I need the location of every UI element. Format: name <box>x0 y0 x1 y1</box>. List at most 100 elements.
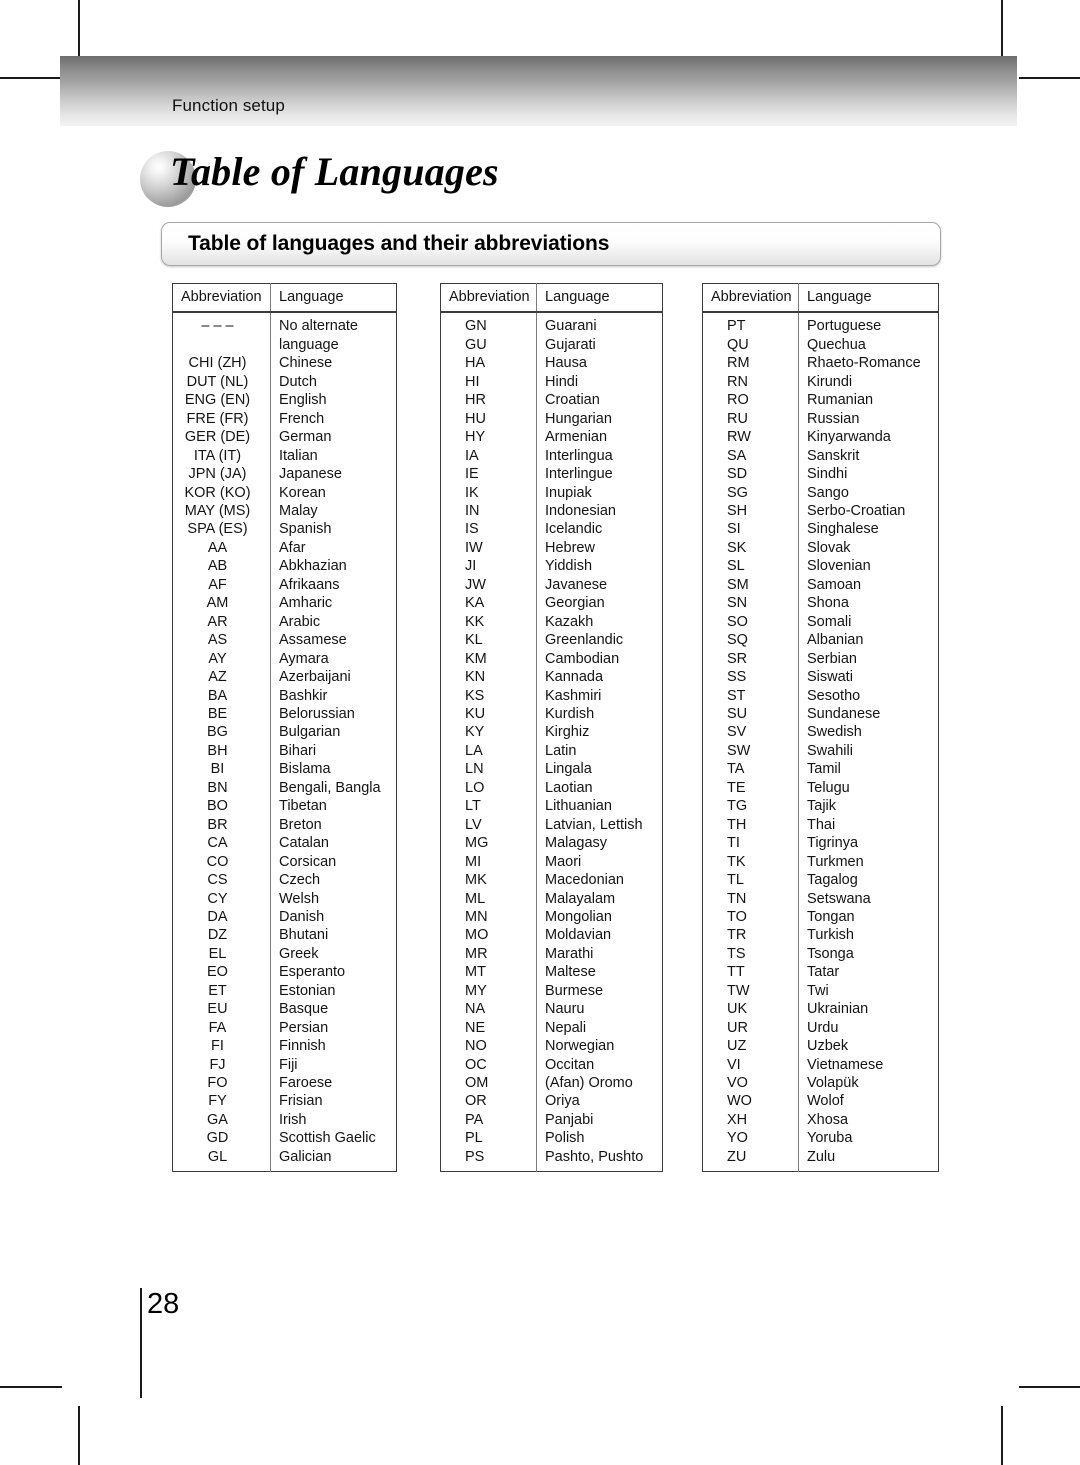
table-row: WO Wolof <box>702 1092 939 1111</box>
table-row: EU Basque <box>172 1000 397 1019</box>
table-row: SU Sundanese <box>702 704 939 724</box>
cell-abbreviation: AM <box>172 594 271 613</box>
cell-language: Macedonian <box>545 872 624 889</box>
cell-language: Norwegian <box>545 1038 615 1055</box>
table-row: DZ Bhutani <box>172 926 397 945</box>
cell-abbreviation: LT <box>440 797 537 816</box>
cell-language: (Afan) Oromo <box>545 1075 633 1092</box>
page-title: Table of Languages <box>170 149 499 194</box>
table-row: GA Irish <box>172 1110 397 1130</box>
cell-abbreviation: YO <box>702 1129 799 1148</box>
cell-abbreviation: MY <box>440 981 537 1001</box>
table-row: CS Czech <box>172 871 397 890</box>
table-row: OC Occitan <box>440 1055 663 1075</box>
cell-language: Afrikaans <box>279 576 340 593</box>
table-row: – – – No alternate language <box>172 312 397 355</box>
cell-abbreviation: SI <box>702 520 799 539</box>
table-row: TE Telugu <box>702 778 939 798</box>
cell-abbreviation: MO <box>440 926 537 945</box>
cell-language: Czech <box>279 872 321 889</box>
language-table-1-body: – – – No alternate language CHI (ZH) Chinese… <box>172 312 397 1172</box>
table-row: PA Panjabi <box>440 1110 663 1130</box>
cell-abbreviation: KOR (KO) <box>172 483 271 502</box>
cell-abbreviation: BA <box>172 686 271 705</box>
cell-abbreviation: TL <box>702 871 799 890</box>
cell-abbreviation: SS <box>702 668 799 687</box>
cell-abbreviation: TR <box>702 926 799 945</box>
cell-language: Bengali, Bangla <box>279 779 381 796</box>
cell-abbreviation: SH <box>702 501 799 521</box>
table-row: HY Armenian <box>440 428 663 447</box>
cell-abbreviation: OC <box>440 1055 537 1075</box>
cell-language: Sundanese <box>807 705 881 722</box>
subtitle-label: Table of languages and their abbreviatio… <box>188 232 610 255</box>
crop-mark-bottom-right-horizontal <box>1019 1386 1080 1388</box>
table-row: IA Interlingua <box>440 446 663 466</box>
table-row: MT Maltese <box>440 963 663 982</box>
cell-abbreviation: PL <box>440 1129 537 1148</box>
cell-abbreviation: KY <box>440 723 537 742</box>
cell-abbreviation: AF <box>172 575 271 595</box>
table-row: IK Inupiak <box>440 483 663 502</box>
table-row: FO Faroese <box>172 1074 397 1093</box>
cell-language: Irish <box>279 1111 307 1128</box>
table-row: TO Tongan <box>702 907 939 927</box>
cell-abbreviation: SPA (ES) <box>172 520 271 539</box>
cell-language: Bihari <box>279 742 317 759</box>
table-row: AY Aymara <box>172 649 397 669</box>
cell-abbreviation: FJ <box>172 1055 271 1075</box>
cell-abbreviation: SO <box>702 612 799 632</box>
cell-abbreviation: KN <box>440 668 537 687</box>
cell-abbreviation: GN <box>440 312 537 336</box>
cell-language: Armenian <box>545 429 608 446</box>
table-row: TW Twi <box>702 981 939 1001</box>
cell-abbreviation: SV <box>702 723 799 742</box>
cell-language: Gujarati <box>545 336 596 353</box>
cell-abbreviation: PA <box>440 1110 537 1130</box>
table-row: MY Burmese <box>440 981 663 1001</box>
table-row: PL Polish <box>440 1129 663 1148</box>
table-row: SQ Albanian <box>702 631 939 650</box>
table-row: TG Tajik <box>702 797 939 816</box>
cell-abbreviation: PS <box>440 1147 537 1172</box>
table-row: RO Rumanian <box>702 391 939 410</box>
table-row: TL Tagalog <box>702 871 939 890</box>
cell-abbreviation: DUT (NL) <box>172 372 271 392</box>
cell-abbreviation: NA <box>440 1000 537 1019</box>
cell-abbreviation: JPN (JA) <box>172 465 271 484</box>
cell-language: Telugu <box>807 779 850 796</box>
cell-language: Hindi <box>545 373 579 390</box>
cell-language: Swahili <box>807 742 853 759</box>
cell-language: Turkmen <box>807 853 864 870</box>
cell-language: Kirghiz <box>545 724 590 741</box>
page-number-rule <box>140 1288 142 1398</box>
cell-language: Galician <box>279 1148 332 1165</box>
table-row: CA Catalan <box>172 834 397 853</box>
cell-abbreviation: AB <box>172 557 271 576</box>
cell-abbreviation: UR <box>702 1018 799 1038</box>
cell-abbreviation: CS <box>172 871 271 890</box>
cell-language: Siswati <box>807 669 853 686</box>
cell-language: Kazakh <box>545 613 594 630</box>
cell-language: Hausa <box>545 355 587 372</box>
column-header-abbreviation: Abbreviation <box>172 283 271 314</box>
table-row: BN Bengali, Bangla <box>172 778 397 798</box>
table-row: TH Thai <box>702 815 939 835</box>
table-row: SS Siswati <box>702 668 939 687</box>
table-row: EO Esperanto <box>172 963 397 982</box>
table-row: MO Moldavian <box>440 926 663 945</box>
table-row: HI Hindi <box>440 372 663 392</box>
crop-mark-top-right-horizontal <box>1019 77 1080 79</box>
table-row: AZ Azerbaijani <box>172 668 397 687</box>
table-row: ENG (EN) English <box>172 391 397 410</box>
table-row: DA Danish <box>172 907 397 927</box>
table-row: TS Tsonga <box>702 944 939 964</box>
cell-language: Assamese <box>279 632 347 649</box>
cell-language: Frisian <box>279 1093 323 1110</box>
cell-abbreviation: BG <box>172 723 271 742</box>
table-row: KS Kashmiri <box>440 686 663 705</box>
cell-language: Esperanto <box>279 964 346 981</box>
table-row: BG Bulgarian <box>172 723 397 742</box>
cell-language: Catalan <box>279 835 329 852</box>
table-row: JI Yiddish <box>440 557 663 576</box>
